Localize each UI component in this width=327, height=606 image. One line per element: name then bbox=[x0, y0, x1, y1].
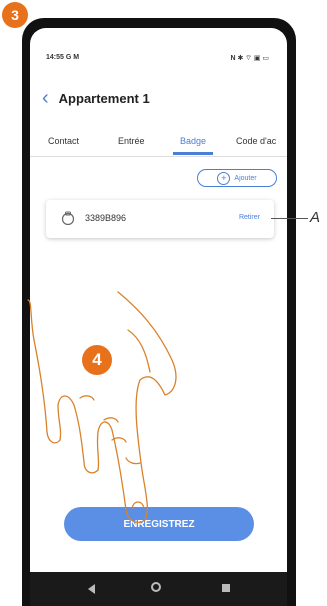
save-button[interactable]: ENREGISTREZ bbox=[64, 507, 254, 541]
tab-contact[interactable]: Contact bbox=[48, 136, 79, 146]
step-number-badge-4: 4 bbox=[82, 345, 112, 375]
nav-recent-apps-icon[interactable] bbox=[222, 584, 230, 592]
tab-bar: Contact Entrée Badge Code d'ac bbox=[30, 130, 287, 157]
active-tab-indicator bbox=[173, 152, 213, 155]
phone-screen: ‹ Appartement 1 Contact Entrée Badge Cod… bbox=[30, 28, 287, 606]
page-title: Appartement 1 bbox=[58, 90, 150, 106]
nav-back-icon[interactable] bbox=[88, 584, 95, 594]
remove-badge-button[interactable]: Retirer bbox=[239, 214, 260, 221]
add-button-label: Ajouter bbox=[234, 174, 257, 182]
status-icons: N ✱ ⌔ ▣ ▭ bbox=[230, 55, 269, 62]
page-header: ‹ Appartement 1 bbox=[42, 86, 150, 110]
add-badge-button[interactable]: + Ajouter bbox=[197, 169, 277, 187]
callout-label-a: A bbox=[310, 209, 321, 226]
status-time: 14:55 G M bbox=[46, 54, 80, 61]
tab-code-acces[interactable]: Code d'ac bbox=[236, 136, 276, 146]
tab-entree[interactable]: Entrée bbox=[118, 136, 145, 146]
nav-home-icon[interactable] bbox=[151, 582, 161, 592]
badge-tag-icon bbox=[61, 211, 75, 225]
step-number-badge-3: 3 bbox=[2, 2, 28, 28]
callout-line bbox=[271, 218, 308, 219]
chevron-left-icon[interactable]: ‹ bbox=[42, 88, 49, 108]
tab-badge[interactable]: Badge bbox=[180, 136, 206, 146]
status-bar bbox=[30, 28, 287, 56]
plus-circle-icon: + bbox=[217, 171, 231, 185]
android-nav-bar bbox=[30, 572, 287, 606]
badge-list-item: 3389B896 Retirer bbox=[46, 200, 274, 238]
badge-code: 3389B896 bbox=[85, 213, 127, 223]
